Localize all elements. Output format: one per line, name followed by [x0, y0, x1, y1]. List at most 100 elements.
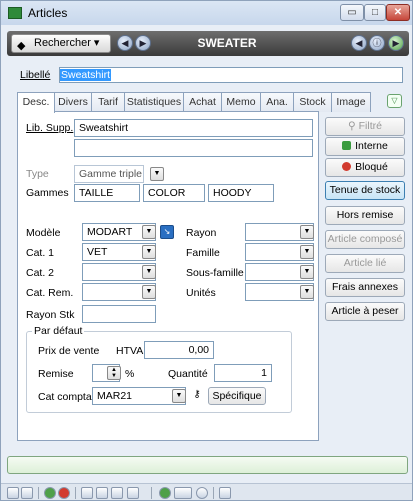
undo-icon[interactable] [21, 487, 33, 499]
articles-window: Articles ▭ □ ✕ ◆ Rechercher ▾ ◀ ▶ SWEATE… [0, 0, 413, 501]
rayon-label: Rayon [186, 227, 217, 239]
print-icon[interactable] [127, 487, 139, 499]
copy-icon[interactable] [96, 487, 108, 499]
tenue-de-stock-button[interactable]: Tenue de stock [325, 181, 405, 200]
frais-annexes-button[interactable]: Frais annexes [325, 278, 405, 297]
unites-dropdown-icon[interactable]: ▼ [300, 285, 314, 299]
tab-scroll-icon[interactable]: ▽ [387, 94, 402, 108]
tab-image[interactable]: Image [331, 92, 371, 112]
quantite-field[interactable]: 1 [214, 364, 272, 382]
separator [75, 487, 76, 499]
desc-panel: Lib. Supp. Sweatshirt Type Gamme triple … [17, 111, 319, 441]
defaut-legend: Par défaut [32, 325, 85, 337]
first-record-icon[interactable]: ◀ [351, 35, 367, 51]
gamme-2-field[interactable]: COLOR [143, 184, 205, 202]
maximize-button[interactable]: □ [364, 4, 386, 21]
filtre-button[interactable]: ⚲ Filtré [325, 117, 405, 136]
lib-supp-input[interactable]: Sweatshirt [74, 119, 313, 137]
rayon-dropdown-icon[interactable]: ▼ [300, 225, 314, 239]
status-bar [7, 456, 408, 474]
tab-stock[interactable]: Stock [293, 92, 332, 112]
previous-record-icon[interactable]: ◀ [117, 35, 133, 51]
tab-tarif[interactable]: Tarif [91, 92, 125, 112]
cat2-label: Cat. 2 [26, 267, 55, 279]
delete-icon[interactable] [58, 487, 70, 499]
prix-vente-field[interactable]: 0,00 [144, 341, 214, 359]
modele-dropdown-icon[interactable]: ▼ [142, 225, 156, 239]
separator [38, 487, 39, 499]
htva-label: HTVA [116, 345, 144, 357]
app-icon [8, 7, 22, 19]
tab-divers[interactable]: Divers [54, 92, 92, 112]
filter-icon[interactable] [81, 487, 93, 499]
type-dropdown-icon[interactable]: ▼ [150, 167, 164, 181]
modele-label: Modèle [26, 227, 61, 239]
title-bar: Articles ▭ □ ✕ [1, 1, 412, 25]
tab-statistiques[interactable]: Statistiques [124, 92, 184, 112]
sous-famille-label: Sous-famille [186, 267, 244, 279]
interne-button[interactable]: Interne [325, 137, 405, 156]
close-button[interactable]: ✕ [386, 4, 410, 21]
modele-link-icon[interactable]: ↘ [160, 225, 174, 239]
gamme-3-field[interactable]: HOODY [208, 184, 274, 202]
bloque-label: Bloqué [355, 161, 388, 173]
lib-supp-label: Lib. Supp. [26, 122, 74, 134]
cat-rem-label: Cat. Rem. [26, 287, 74, 299]
remise-spinner-icon[interactable]: ▲ ▼ [107, 366, 121, 380]
cat1-label: Cat. 1 [26, 247, 55, 259]
search-button-label: Rechercher [34, 37, 91, 49]
bottom-toolbar [1, 483, 412, 500]
dropdown-arrow-icon: ▾ [93, 37, 100, 49]
libelle-label: Libellé [20, 69, 51, 81]
cat-compta-dropdown-icon[interactable]: ▼ [172, 389, 186, 403]
specifique-button[interactable]: Spécifique [208, 387, 266, 405]
key-icon[interactable]: ⚷ [190, 389, 204, 403]
search-button[interactable]: ◆ Rechercher ▾ [11, 34, 111, 53]
toolbar: ◆ Rechercher ▾ ◀ ▶ SWEATER ◀ ⓘ ▶ [7, 31, 409, 56]
save-icon[interactable] [7, 487, 19, 499]
type-label: Type [26, 168, 49, 180]
minimize-button[interactable]: ▭ [340, 4, 364, 21]
tab-ana[interactable]: Ana. [260, 92, 294, 112]
validate-icon[interactable] [159, 487, 171, 499]
cat-rem-dropdown-icon[interactable]: ▼ [142, 285, 156, 299]
add-icon[interactable] [44, 487, 56, 499]
prix-vente-label: Prix de vente [38, 345, 100, 357]
separator [151, 487, 152, 499]
document-icon[interactable] [219, 487, 231, 499]
libelle-input[interactable]: Sweatshirt [59, 67, 403, 83]
bloque-icon [342, 162, 352, 171]
paste-icon[interactable] [111, 487, 123, 499]
type-value: Gamme triple [74, 165, 144, 183]
unites-label: Unités [186, 287, 216, 299]
refresh-icon[interactable] [196, 487, 208, 499]
info-icon[interactable]: ⓘ [369, 35, 385, 51]
article-a-peser-button[interactable]: Article à peser [325, 302, 405, 321]
libelle-value: Sweatshirt [60, 69, 112, 81]
record-title: SWEATER [197, 36, 257, 50]
binoculars-icon: ◆ [17, 40, 26, 52]
article-compose-button[interactable]: Article composé [325, 230, 405, 249]
tab-achat[interactable]: Achat [183, 92, 222, 112]
hors-remise-button[interactable]: Hors remise [325, 206, 405, 225]
window-title: Articles [28, 6, 68, 20]
sous-famille-dropdown-icon[interactable]: ▼ [300, 265, 314, 279]
cat-compta-label: Cat compta [38, 391, 92, 403]
famille-label: Famille [186, 247, 220, 259]
remise-label: Remise [38, 368, 74, 380]
rayon-stk-field[interactable] [82, 305, 156, 323]
bloque-button[interactable]: Bloqué [325, 158, 405, 177]
last-record-icon[interactable]: ▶ [388, 35, 404, 51]
cat2-dropdown-icon[interactable]: ▼ [142, 265, 156, 279]
gammes-label: Gammes [26, 187, 69, 199]
lib-supp-input-2[interactable] [74, 139, 313, 157]
link-icon[interactable] [174, 487, 192, 499]
cat1-dropdown-icon[interactable]: ▼ [142, 245, 156, 259]
article-lie-button[interactable]: Article lié [325, 254, 405, 273]
filter-icon: ⚲ [348, 120, 359, 132]
next-record-icon[interactable]: ▶ [135, 35, 151, 51]
tab-desc[interactable]: Desc. [17, 92, 55, 113]
tab-memo[interactable]: Memo [221, 92, 261, 112]
famille-dropdown-icon[interactable]: ▼ [300, 245, 314, 259]
gamme-1-field[interactable]: TAILLE [74, 184, 140, 202]
